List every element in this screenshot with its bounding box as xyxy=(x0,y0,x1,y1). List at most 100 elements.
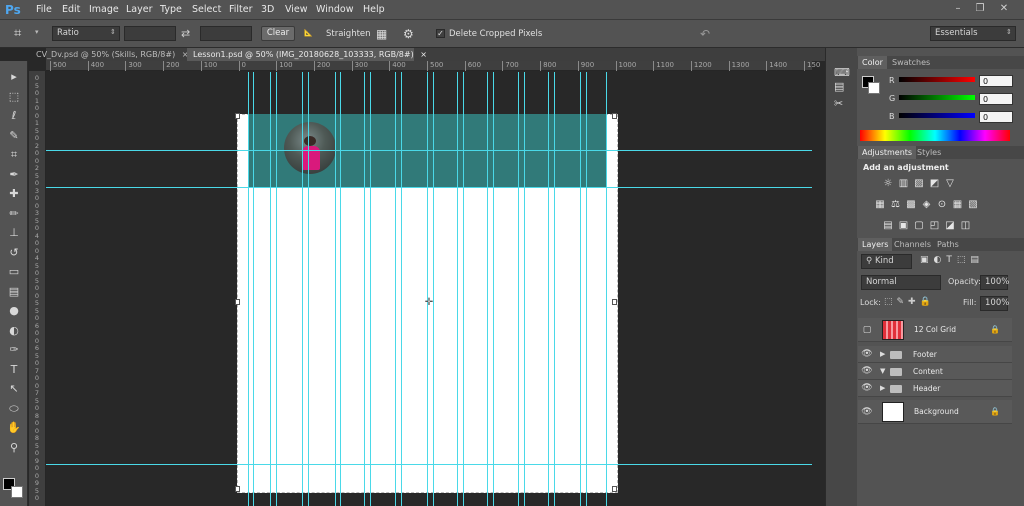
posterize-icon[interactable]: ▤ xyxy=(882,220,894,232)
r-slider[interactable] xyxy=(899,77,975,82)
ratio-width-input[interactable] xyxy=(124,26,176,41)
swap-icon[interactable]: ⇄ xyxy=(181,27,195,41)
restore-icon[interactable]: ❐ xyxy=(972,2,988,16)
type-tool-icon[interactable]: T xyxy=(5,362,23,378)
tab-swatches[interactable]: Swatches xyxy=(888,56,934,69)
b-value[interactable]: 0 xyxy=(979,111,1013,123)
menu-help[interactable]: Help xyxy=(363,0,385,20)
pattern-icon[interactable]: ◫ xyxy=(960,220,972,232)
workspace-select[interactable]: Essentials xyxy=(930,26,1016,41)
tab-paths[interactable]: Paths xyxy=(933,238,963,251)
shape-tool-icon[interactable]: ⬭ xyxy=(5,401,23,417)
layer-row[interactable]: 👁 ▶ Footer xyxy=(858,346,1012,363)
menu-select[interactable]: Select xyxy=(192,0,221,20)
menu-filter[interactable]: Filter xyxy=(229,0,253,20)
hand-tool-icon[interactable]: ✋ xyxy=(5,420,23,436)
brush-tool-icon[interactable]: ✏ xyxy=(5,206,23,222)
dodge-tool-icon[interactable]: ◐ xyxy=(5,323,23,339)
invert-icon[interactable]: ▧ xyxy=(967,199,979,211)
crop-handle-tl[interactable] xyxy=(235,113,240,119)
tab-color[interactable]: Color xyxy=(858,56,887,69)
gradient-tool-icon[interactable]: ▤ xyxy=(5,284,23,300)
path-select-tool-icon[interactable]: ↖ xyxy=(5,381,23,397)
crop-handle-bl[interactable] xyxy=(235,486,240,492)
levels-icon[interactable]: ▥ xyxy=(898,178,910,190)
lock-icons[interactable]: ⬚✎✚🔒 xyxy=(884,297,944,307)
zoom-tool-icon[interactable]: ⚲ xyxy=(5,440,23,456)
layer-row[interactable]: 👁 ▶ Header xyxy=(858,380,1012,397)
visibility-off-icon[interactable]: ▢ xyxy=(858,318,876,342)
expand-right-icon[interactable]: ▶ xyxy=(880,380,885,397)
healing-brush-tool-icon[interactable]: ✚ xyxy=(5,186,23,202)
eyedropper-tool-icon[interactable]: ✒ xyxy=(5,167,23,183)
eye-icon[interactable]: 👁 xyxy=(858,363,876,380)
brightness-icon[interactable]: ☼ xyxy=(882,178,894,190)
straighten-icon[interactable]: 📐 xyxy=(304,29,313,37)
layer-filter-icons[interactable]: ▣◐T⬚▤ xyxy=(920,255,1010,265)
properties-panel-icon[interactable]: ▤ xyxy=(834,80,848,93)
menu-type[interactable]: Type xyxy=(160,0,182,20)
blur-tool-icon[interactable]: ● xyxy=(5,303,23,319)
threshold-icon[interactable]: ▣ xyxy=(898,220,910,232)
menu-layer[interactable]: Layer xyxy=(126,0,153,20)
eye-icon[interactable]: 👁 xyxy=(858,400,876,424)
solid-color-icon[interactable]: ◪ xyxy=(944,220,956,232)
vibrance-icon[interactable]: ▽ xyxy=(944,178,956,190)
opacity-input[interactable]: 100% xyxy=(980,275,1009,290)
clone-stamp-tool-icon[interactable]: ⊥ xyxy=(5,225,23,241)
close-window-icon[interactable]: ✕ xyxy=(996,2,1012,16)
gear-icon[interactable]: ⚙ xyxy=(403,27,417,41)
ratio-height-input[interactable] xyxy=(200,26,252,41)
layer-kind-filter[interactable]: ⚲ Kind xyxy=(861,254,912,269)
menu-edit[interactable]: Edit xyxy=(62,0,80,20)
b-slider[interactable] xyxy=(899,113,975,118)
close-tab-icon[interactable]: × xyxy=(420,50,427,59)
menu-window[interactable]: Window xyxy=(316,0,353,20)
color-spectrum[interactable] xyxy=(860,130,1010,141)
bg-color-chip[interactable] xyxy=(868,82,880,94)
menu-image[interactable]: Image xyxy=(89,0,119,20)
channel-mixer-icon[interactable]: ⊙ xyxy=(936,199,948,211)
eraser-tool-icon[interactable]: ▭ xyxy=(5,264,23,280)
crop-handle-tr[interactable] xyxy=(612,113,617,119)
hue-sat-icon[interactable]: ▦ xyxy=(874,199,886,211)
history-brush-tool-icon[interactable]: ↺ xyxy=(5,245,23,261)
crop-preset-icon[interactable]: ⌗ xyxy=(14,26,32,42)
tab-styles[interactable]: Styles xyxy=(913,146,945,159)
fill-input[interactable]: 100% xyxy=(980,296,1009,311)
minimize-icon[interactable]: – xyxy=(950,2,966,16)
layer-row[interactable]: 👁 ▼ Content xyxy=(858,363,1012,380)
history-panel-icon[interactable]: ⌨ xyxy=(834,66,850,79)
eye-icon[interactable]: 👁 xyxy=(858,346,876,363)
expand-right-icon[interactable]: ▶ xyxy=(880,346,885,363)
tab-lesson1[interactable]: Lesson1.psd @ 50% (IMG_20180628_103333, … xyxy=(187,48,427,61)
tab-adjustments[interactable]: Adjustments xyxy=(858,146,917,159)
pen-tool-icon[interactable]: ✑ xyxy=(5,342,23,358)
move-tool-icon[interactable]: ▸ xyxy=(5,69,23,85)
layer-row[interactable]: ▢ 12 Col Grid 🔒 xyxy=(858,318,1012,342)
layer-row[interactable]: 👁 Background 🔒 xyxy=(858,400,1012,424)
lasso-tool-icon[interactable]: ℓ xyxy=(5,108,23,124)
tab-layers[interactable]: Layers xyxy=(858,238,893,251)
info-panel-icon[interactable]: ✂ xyxy=(834,97,848,110)
crop-handle-br[interactable] xyxy=(612,486,617,492)
photo-filter-icon[interactable]: ◈ xyxy=(921,199,933,211)
tab-cv-dv[interactable]: CV_Dv.psd @ 50% (Skills, RGB/8#) × xyxy=(30,48,188,61)
menu-3d[interactable]: 3D xyxy=(261,0,274,20)
tab-channels[interactable]: Channels xyxy=(890,238,935,251)
menu-file[interactable]: File xyxy=(36,0,52,20)
g-slider[interactable] xyxy=(899,95,975,100)
crop-tool-icon[interactable]: ⌗ xyxy=(5,147,23,163)
color-lookup-icon[interactable]: ▦ xyxy=(952,199,964,211)
quick-select-tool-icon[interactable]: ✎ xyxy=(5,128,23,144)
exposure-icon[interactable]: ◩ xyxy=(929,178,941,190)
clear-button[interactable]: Clear xyxy=(261,26,295,41)
eye-icon[interactable]: 👁 xyxy=(858,380,876,397)
r-value[interactable]: 0 xyxy=(979,75,1013,87)
chevron-down-icon[interactable]: ▾ xyxy=(35,28,43,36)
selective-color-icon[interactable]: ▢ xyxy=(913,220,925,232)
marquee-tool-icon[interactable]: ⬚ xyxy=(5,89,23,105)
background-color-swatch[interactable] xyxy=(11,486,23,498)
curves-icon[interactable]: ▨ xyxy=(913,178,925,190)
color-balance-icon[interactable]: ⚖ xyxy=(890,199,902,211)
